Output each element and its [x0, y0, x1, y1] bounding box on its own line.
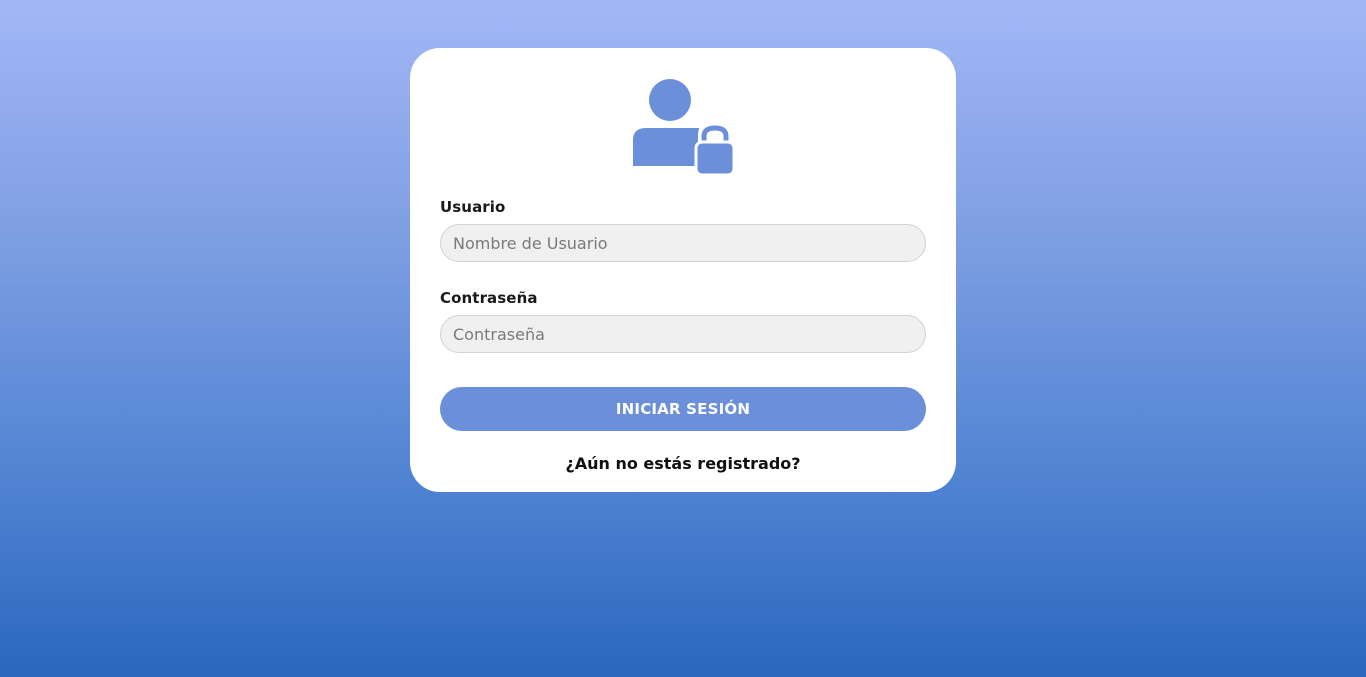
register-link[interactable]: ¿Aún no estás registrado? — [410, 454, 956, 473]
login-button[interactable]: INICIAR SESIÓN — [440, 387, 926, 431]
password-label: Contraseña — [440, 289, 538, 307]
user-lock-icon — [632, 78, 734, 176]
password-input[interactable] — [440, 315, 926, 353]
username-label: Usuario — [440, 198, 506, 216]
username-input[interactable] — [440, 224, 926, 262]
login-card: Usuario Contraseña INICIAR SESIÓN ¿Aún n… — [410, 48, 956, 492]
